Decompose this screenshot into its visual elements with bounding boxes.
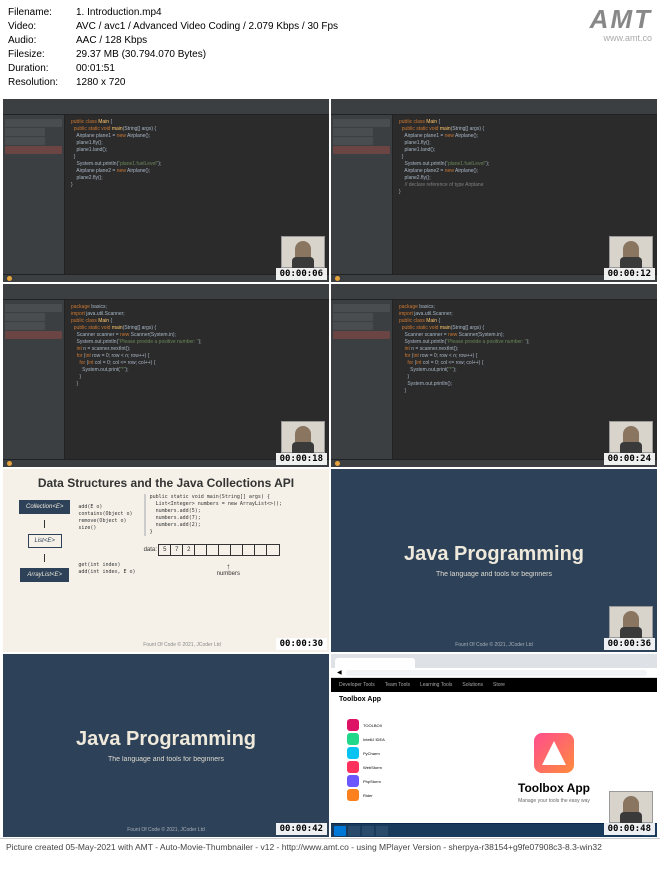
methods-list: get(int index) add(int index, E o) [78, 562, 135, 576]
presenter-webcam [281, 236, 325, 268]
metadata-header: Filename:1. Introduction.mp4 Video:AVC /… [0, 0, 660, 98]
arrow-label: numbers [217, 571, 240, 577]
slide-title: Java Programming [404, 543, 584, 566]
thumbnail: package basics; import java.util.Scanner… [331, 284, 657, 467]
array-diagram: 572 [158, 544, 280, 556]
logo-text: AMT [590, 4, 652, 35]
data-label: data: [144, 547, 157, 553]
class-box: ArrayList<E> [20, 568, 69, 582]
timestamp: 00:00:30 [276, 638, 327, 650]
slide-title-card: Java Programming The language and tools … [3, 654, 329, 837]
presenter-webcam [609, 606, 653, 638]
slide-collections: Data Structures and the Java Collections… [3, 469, 329, 652]
slide-subtitle: The language and tools for beginners [108, 756, 224, 763]
video-value: AVC / avc1 / Advanced Video Coding / 2.0… [76, 20, 652, 34]
thumbnail: public class Main { public static void m… [331, 99, 657, 282]
methods-list: add(E o) contains(Object o) remove(Objec… [78, 504, 132, 532]
code-snippet: public static void main(String[] args) {… [144, 494, 313, 536]
slide-subtitle: The language and tools for beginners [436, 571, 552, 578]
thumbnail: package basics; import java.util.Scanner… [3, 284, 329, 467]
thumbnail-grid: public class Main { public static void m… [0, 98, 660, 838]
presenter-webcam [609, 236, 653, 268]
video-label: Video: [8, 20, 76, 34]
toolbox-icon [534, 733, 574, 773]
thumbnail: Data Structures and the Java Collections… [3, 469, 329, 652]
thumbnail: Java Programming The language and tools … [3, 654, 329, 837]
back-icon: ◀ [337, 669, 342, 676]
duration-label: Duration: [8, 62, 76, 76]
thumbnail: ◀ Developer Tools Team Tools Learning Tool… [331, 654, 657, 837]
audio-value: AAC / 128 Kbps [76, 34, 652, 48]
slide-title: Data Structures and the Java Collections… [19, 477, 313, 490]
timestamp: 00:00:42 [276, 823, 327, 835]
thumbnail: Java Programming The language and tools … [331, 469, 657, 652]
footer-credit: Picture created 05-May-2021 with AMT - A… [0, 838, 660, 855]
timestamp: 00:00:06 [276, 268, 327, 280]
resolution-value: 1280 x 720 [76, 76, 652, 90]
filename-value: 1. Introduction.mp4 [76, 6, 652, 20]
timestamp: 00:00:36 [604, 638, 655, 650]
timestamp: 00:00:48 [604, 823, 655, 835]
filename-label: Filename: [8, 6, 76, 20]
nav-item: Team Tools [385, 682, 410, 688]
filesize-value: 29.37 MB (30.794.070 Bytes) [76, 48, 652, 62]
timestamp: 00:00:12 [604, 268, 655, 280]
metadata-block: Filename:1. Introduction.mp4 Video:AVC /… [8, 6, 652, 94]
nav-item: Solutions [462, 682, 483, 688]
timestamp: 00:00:24 [604, 453, 655, 465]
presenter-webcam [281, 421, 325, 453]
site-nav: Developer Tools Team Tools Learning Tools S… [331, 678, 657, 692]
duration-value: 00:01:51 [76, 62, 652, 76]
browser-tab [335, 658, 415, 668]
thumbnail: public class Main { public static void m… [3, 99, 329, 282]
address-bar [346, 670, 647, 676]
nav-item: Store [493, 682, 505, 688]
audio-label: Audio: [8, 34, 76, 48]
class-box: List<E> [28, 534, 62, 548]
resolution-label: Resolution: [8, 76, 76, 90]
tools-list: TOOLBOX IntelliJ IDEA PyCharm WebStorm P… [347, 717, 447, 813]
nav-item: Developer Tools [339, 682, 375, 688]
slide-title: Java Programming [76, 728, 256, 751]
section-heading: Toolbox App [331, 692, 657, 707]
nav-item: Learning Tools [420, 682, 452, 688]
presenter-webcam [609, 791, 653, 823]
amt-logo: AMT www.amt.co [590, 4, 652, 43]
timestamp: 00:00:18 [276, 453, 327, 465]
filesize-label: Filesize: [8, 48, 76, 62]
presenter-webcam [609, 421, 653, 453]
class-box: Collection<E> [19, 500, 70, 514]
